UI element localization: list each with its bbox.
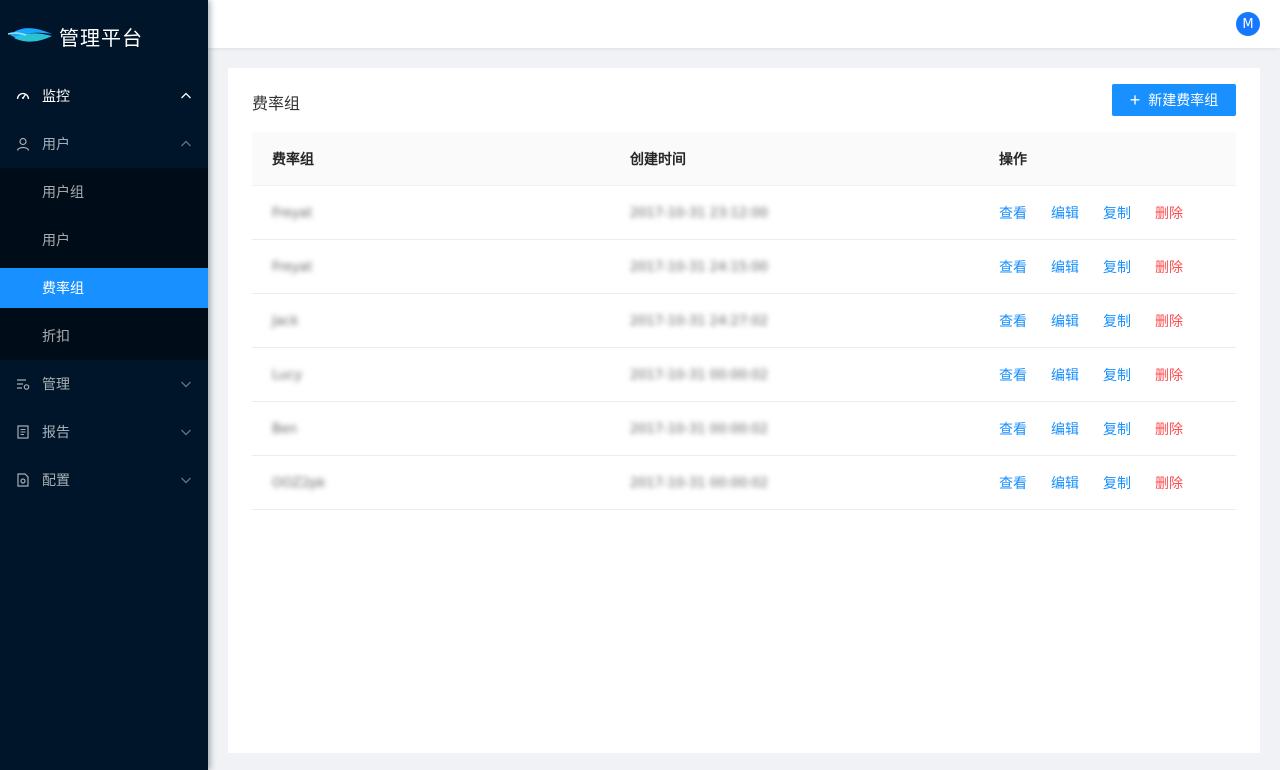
submenu-user: 用户组 用户 费率组 折扣 xyxy=(0,168,208,360)
menu-group-monitor[interactable]: 监控 xyxy=(0,72,208,120)
app-title: 管理平台 xyxy=(59,25,143,50)
sidebar-item-user[interactable]: 用户 xyxy=(0,216,208,264)
edit-link[interactable]: 编辑 xyxy=(1051,203,1079,223)
menu-group-label: 用户 xyxy=(42,137,70,153)
copy-link[interactable]: 复制 xyxy=(1103,419,1131,439)
top-header: M xyxy=(208,0,1280,48)
menu-group-config[interactable]: 配置 xyxy=(0,456,208,504)
new-button-label: 新建费率组 xyxy=(1148,92,1219,108)
table-row: Jack 2017-10-31 24:27:02 查看 编辑 复制 删除 xyxy=(252,294,1236,348)
user-icon xyxy=(16,137,30,151)
table-row: Freyat 2017-10-31 23:12:00 查看 编辑 复制 删除 xyxy=(252,186,1236,240)
chevron-up-icon xyxy=(181,92,191,99)
edit-link[interactable]: 编辑 xyxy=(1051,419,1079,439)
column-header-created[interactable]: 创建时间 xyxy=(610,149,979,169)
table-row: Ben 2017-10-31 00:00:02 查看 编辑 复制 删除 xyxy=(252,402,1236,456)
cell-created: 2017-10-31 00:00:02 xyxy=(630,367,769,383)
copy-link[interactable]: 复制 xyxy=(1103,257,1131,277)
menu-group-user[interactable]: 用户 xyxy=(0,120,208,168)
logo[interactable]: 管理平台 xyxy=(0,0,208,72)
manage-icon xyxy=(16,377,30,391)
view-link[interactable]: 查看 xyxy=(999,473,1027,493)
sidebar-item-discount[interactable]: 折扣 xyxy=(0,312,208,360)
column-header-name[interactable]: 费率组 xyxy=(252,149,610,169)
delete-link[interactable]: 删除 xyxy=(1155,365,1183,385)
menu-group-label: 报告 xyxy=(42,425,70,441)
avatar[interactable]: M xyxy=(1236,12,1260,36)
cell-name: Lucy xyxy=(272,367,303,383)
rate-group-table: 费率组 创建时间 操作 Freyat 2017-10-31 23:12:00 查… xyxy=(252,132,1236,510)
plus-icon: + xyxy=(1129,90,1141,110)
cell-name: Ben xyxy=(272,421,298,437)
new-rate-group-button[interactable]: + 新建费率组 xyxy=(1112,84,1236,116)
table-row: OOZ2pk 2017-10-31 00:00:02 查看 编辑 复制 删除 xyxy=(252,456,1236,510)
dashboard-icon xyxy=(16,89,30,103)
edit-link[interactable]: 编辑 xyxy=(1051,257,1079,277)
delete-link[interactable]: 删除 xyxy=(1155,203,1183,223)
menu-group-label: 配置 xyxy=(42,473,70,489)
menu-group-report[interactable]: 报告 xyxy=(0,408,208,456)
copy-link[interactable]: 复制 xyxy=(1103,473,1131,493)
cell-created: 2017-10-31 24:15:00 xyxy=(630,259,769,275)
cell-name: Jack xyxy=(272,313,299,329)
view-link[interactable]: 查看 xyxy=(999,311,1027,331)
chevron-up-icon xyxy=(181,140,191,147)
column-header-actions: 操作 xyxy=(999,151,1027,168)
content-card: 费率组 + 新建费率组 费率组 创建时间 操作 Freyat 2017-10-3… xyxy=(228,68,1260,753)
view-link[interactable]: 查看 xyxy=(999,257,1027,277)
logo-icon xyxy=(7,22,54,50)
menu-group-label: 管理 xyxy=(42,377,70,393)
table-header: 费率组 创建时间 操作 xyxy=(252,132,1236,186)
cell-name: OOZ2pk xyxy=(272,475,326,491)
chevron-down-icon xyxy=(181,477,191,484)
delete-link[interactable]: 删除 xyxy=(1155,419,1183,439)
delete-link[interactable]: 删除 xyxy=(1155,257,1183,277)
edit-link[interactable]: 编辑 xyxy=(1051,311,1079,331)
page-title: 费率组 xyxy=(252,94,301,113)
chevron-down-icon xyxy=(181,429,191,436)
table-row: Lucy 2017-10-31 00:00:02 查看 编辑 复制 删除 xyxy=(252,348,1236,402)
edit-link[interactable]: 编辑 xyxy=(1051,365,1079,385)
copy-link[interactable]: 复制 xyxy=(1103,311,1131,331)
cell-name: Freyat xyxy=(272,205,313,221)
sidebar-item-user-group[interactable]: 用户组 xyxy=(0,168,208,216)
view-link[interactable]: 查看 xyxy=(999,365,1027,385)
delete-link[interactable]: 删除 xyxy=(1155,473,1183,493)
copy-link[interactable]: 复制 xyxy=(1103,365,1131,385)
edit-link[interactable]: 编辑 xyxy=(1051,473,1079,493)
cell-created: 2017-10-31 00:00:02 xyxy=(630,421,769,437)
menu-group-manage[interactable]: 管理 xyxy=(0,360,208,408)
menu-group-label: 监控 xyxy=(42,89,70,105)
view-link[interactable]: 查看 xyxy=(999,419,1027,439)
copy-link[interactable]: 复制 xyxy=(1103,203,1131,223)
sidebar-item-rate-group[interactable]: 费率组 xyxy=(0,268,208,308)
cell-created: 2017-10-31 23:12:00 xyxy=(630,205,769,221)
config-icon xyxy=(16,473,30,487)
report-icon xyxy=(16,425,30,439)
chevron-down-icon xyxy=(181,381,191,388)
cell-created: 2017-10-31 00:00:02 xyxy=(630,475,769,491)
table-row: Freyat 2017-10-31 24:15:00 查看 编辑 复制 删除 xyxy=(252,240,1236,294)
cell-name: Freyat xyxy=(272,259,313,275)
view-link[interactable]: 查看 xyxy=(999,203,1027,223)
sidebar: 管理平台 监控 用户 用户组 用户 费率组 折扣 管理 报告 配置 xyxy=(0,0,208,770)
delete-link[interactable]: 删除 xyxy=(1155,311,1183,331)
cell-created: 2017-10-31 24:27:02 xyxy=(630,313,769,329)
